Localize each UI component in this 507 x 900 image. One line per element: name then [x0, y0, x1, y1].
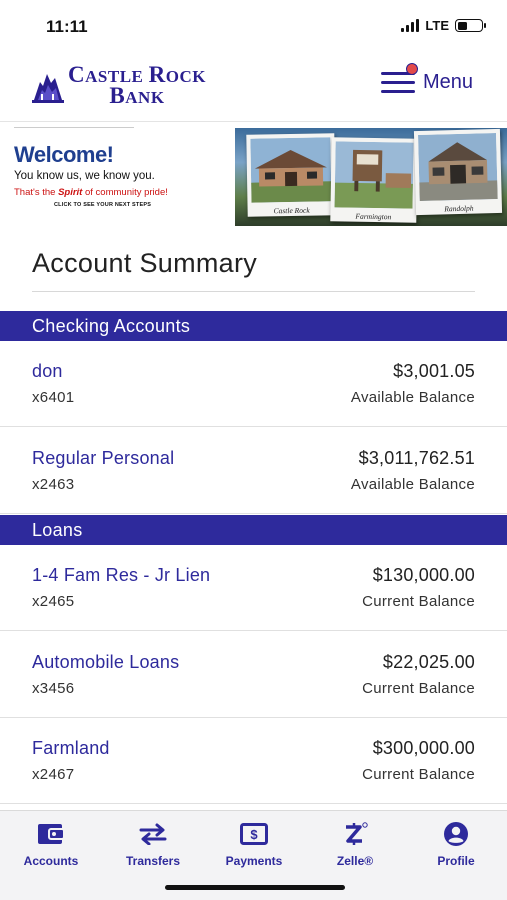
section-header-loans: Loans [0, 515, 507, 545]
nav-label: Payments [225, 854, 283, 868]
divider [14, 127, 134, 128]
bank-logo[interactable]: CASTLE ROCK BANK [32, 62, 206, 108]
branch-photo: Randolph [413, 128, 503, 216]
account-number: x2467 [32, 766, 75, 783]
bank-name-line1: CASTLE ROCK [68, 62, 206, 87]
nav-accounts[interactable]: Accounts [6, 821, 96, 868]
spirit-pre: That's the [14, 187, 59, 198]
bank-name-line2: BANK [109, 83, 165, 108]
balance-label: Current Balance [362, 766, 475, 783]
page-title: Account Summary [32, 248, 258, 278]
account-amount: $3,001.05 [393, 361, 475, 381]
profile-user-icon [444, 822, 468, 846]
bank-name: CASTLE ROCK BANK [68, 62, 206, 108]
home-indicator [165, 885, 345, 890]
account-number: x2465 [32, 593, 75, 610]
menu-label: Menu [422, 70, 473, 93]
balance-label: Current Balance [362, 593, 475, 610]
balance-label: Current Balance [362, 680, 475, 697]
app-header: CASTLE ROCK BANK Menu [0, 50, 507, 122]
section-header-checking: Checking Accounts [0, 311, 507, 341]
notification-badge [405, 63, 418, 75]
account-amount: $3,011,762.51 [358, 448, 475, 468]
account-amount: $22,025.00 [382, 652, 475, 672]
account-row[interactable]: 1-4 Fam Res - Jr Lien x2465 $130,000.00 … [0, 545, 507, 631]
cellular-signal-icon [401, 19, 420, 32]
account-number: x3456 [32, 680, 75, 697]
divider [32, 291, 475, 292]
account-name[interactable]: Automobile Loans [32, 652, 179, 673]
photo-caption: Farmington [355, 211, 392, 222]
zelle-icon [346, 822, 368, 845]
transfer-arrows-icon [139, 823, 167, 845]
nav-transfers[interactable]: Transfers [108, 821, 198, 868]
nav-label: Zelle® [336, 854, 374, 868]
banner-text: Welcome! You know us, we know you. That'… [14, 132, 234, 208]
branch-photos: Castle Rock Farmington Randolph [235, 128, 507, 226]
branch-building-icon [250, 137, 332, 203]
status-bar: 11:11 LTE [0, 0, 507, 50]
account-row[interactable]: Farmland x2467 $300,000.00 Current Balan… [0, 718, 507, 804]
banner-spirit-line: That's the Spirit of community pride! [14, 187, 234, 198]
status-indicators: LTE [401, 18, 486, 33]
hamburger-icon [380, 63, 418, 94]
welcome-banner[interactable]: Welcome! You know us, we know you. That'… [0, 127, 507, 226]
branch-building-icon [418, 132, 498, 202]
payment-bill-icon: $ [240, 823, 268, 845]
balance-label: Available Balance [350, 476, 475, 493]
account-amount: $130,000.00 [372, 565, 475, 585]
account-name[interactable]: don [32, 361, 63, 382]
nav-profile[interactable]: Profile [411, 821, 501, 868]
nav-label: Accounts [23, 854, 79, 868]
nav-payments[interactable]: $ Payments [209, 821, 299, 868]
nav-label: Profile [437, 854, 475, 868]
banner-cta[interactable]: CLICK TO SEE YOUR NEXT STEPS [54, 202, 234, 208]
battery-icon [455, 19, 486, 32]
photo-caption: Randolph [444, 203, 474, 214]
banner-tagline: You know us, we know you. [14, 170, 155, 182]
account-name[interactable]: Regular Personal [32, 448, 174, 469]
photo-caption: Castle Rock [273, 205, 310, 216]
welcome-heading: Welcome! [14, 142, 114, 167]
branch-photo: Farmington [330, 137, 418, 223]
branch-photo: Castle Rock [246, 133, 336, 217]
castle-rock-icon [32, 74, 64, 103]
network-type: LTE [425, 18, 449, 33]
menu-button[interactable]: Menu [380, 63, 473, 94]
account-row[interactable]: Automobile Loans x3456 $22,025.00 Curren… [0, 632, 507, 718]
account-name[interactable]: 1-4 Fam Res - Jr Lien [32, 565, 210, 586]
account-row[interactable]: Regular Personal x2463 $3,011,762.51 Ava… [0, 428, 507, 514]
nav-zelle[interactable]: Zelle® [310, 821, 400, 868]
branch-sign-icon [334, 141, 414, 209]
balance-label: Available Balance [350, 389, 475, 406]
account-number: x6401 [32, 389, 75, 406]
svg-text:$: $ [250, 827, 258, 842]
wallet-icon [38, 824, 65, 844]
spirit-post: of community pride! [82, 187, 168, 198]
status-time: 11:11 [46, 17, 88, 36]
spirit-word: Spirit [58, 187, 83, 198]
account-name[interactable]: Farmland [32, 738, 110, 759]
account-amount: $300,000.00 [372, 738, 475, 758]
nav-label: Transfers [125, 854, 181, 868]
account-number: x2463 [32, 476, 75, 493]
account-row[interactable]: don x6401 $3,001.05 Available Balance [0, 341, 507, 427]
